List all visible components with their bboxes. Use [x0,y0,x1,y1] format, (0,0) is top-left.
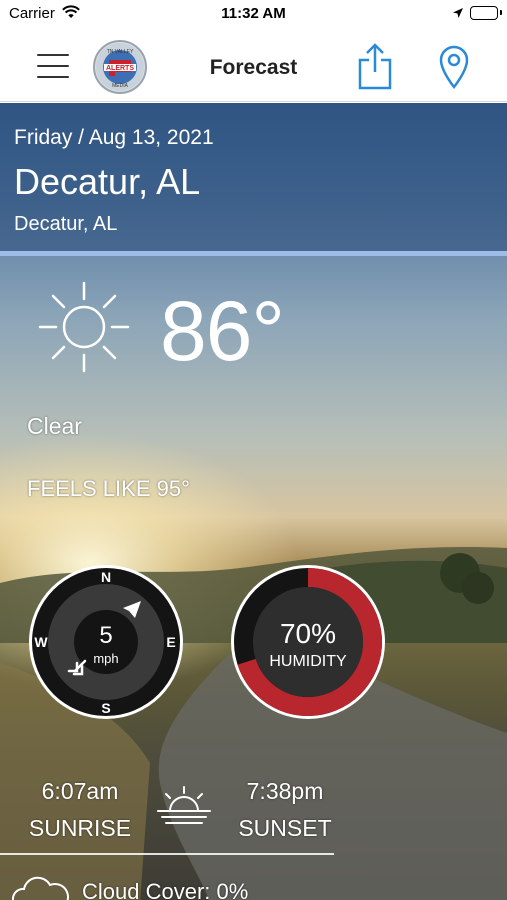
wind-speed: 5 [99,622,112,649]
map-pin-icon [439,45,469,89]
compass-west: W [34,634,48,650]
status-bar: Carrier 11:32 AM [0,0,507,28]
page-title: Forecast [209,56,298,79]
cloud-cover-text: Cloud Cover: 0% [82,879,249,900]
weather-panel: Friday / Aug 13, 2021 Decatur, AL Decatu… [0,103,507,900]
humidity-value: 70% [280,618,336,649]
city-subtitle: Decatur, AL [14,213,118,235]
feels-like-text: FEELS LIKE 95° [27,476,190,501]
compass-north: N [101,569,111,585]
logo-bottom-text: MEDIA [112,83,129,89]
clock: 11:32 AM [221,5,286,22]
compass-east: E [166,634,175,650]
divider [0,853,334,855]
condition-text: Clear [27,413,82,439]
location-button[interactable] [438,45,470,94]
sunset-label: SUNSET [238,815,332,841]
sunrise-time: 6:07am [41,778,119,804]
logo-top-text: TN VALLEY [107,49,134,55]
menu-button[interactable] [37,54,69,78]
sun-icon [37,280,131,379]
hamburger-icon-line [37,76,69,78]
humidity-gauge: 70% HUMIDITY [229,563,387,726]
hamburger-icon-line [37,65,69,67]
logo-main-text: ALERTS [106,65,134,72]
humidity-label: HUMIDITY [269,653,347,670]
city-name: Decatur, AL [14,161,201,202]
current-temperature: 86° [160,284,285,378]
app-logo: ALERTS TN VALLEY MEDIA [93,40,147,94]
cloud-icon [10,871,70,900]
battery-icon [470,6,502,20]
location-arrow-icon [452,6,464,23]
location-header: Friday / Aug 13, 2021 Decatur, AL Decatu… [0,103,507,256]
nav-bar: ALERTS TN VALLEY MEDIA Forecast [0,28,507,102]
compass-south: S [101,700,110,716]
sunset-time: 7:38pm [246,778,324,804]
wind-gauge: N E S W 5 mph [27,563,185,726]
sunrise-label: SUNRISE [28,815,132,841]
share-button[interactable] [357,42,393,95]
sunset-icon [154,785,214,838]
wind-unit: mph [93,651,118,666]
share-icon [358,43,392,90]
hamburger-icon-line [37,54,69,56]
forecast-date: Friday / Aug 13, 2021 [14,126,214,149]
